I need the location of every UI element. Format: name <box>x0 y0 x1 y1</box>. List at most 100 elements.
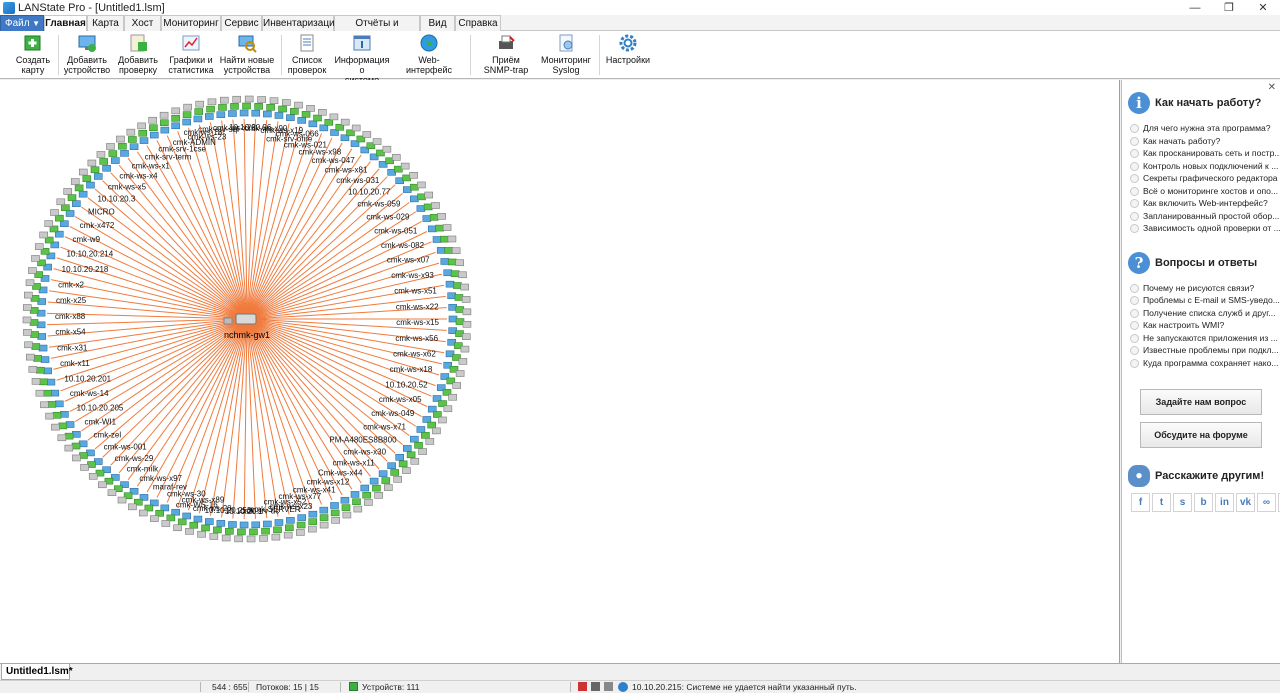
host-status-icon[interactable] <box>313 114 322 122</box>
minimize-button[interactable]: — <box>1178 0 1212 15</box>
host-status-icon[interactable] <box>177 518 187 526</box>
workstation-icon[interactable] <box>251 109 261 117</box>
host-status-icon[interactable] <box>414 441 423 449</box>
host-status-icon[interactable] <box>352 498 361 506</box>
host-status-icon[interactable] <box>230 103 239 110</box>
host-status-icon[interactable] <box>194 108 204 115</box>
server-icon[interactable] <box>319 521 329 529</box>
server-icon[interactable] <box>458 358 468 365</box>
server-icon[interactable] <box>438 416 447 424</box>
server-icon[interactable] <box>107 489 117 496</box>
host-status-icon[interactable] <box>398 460 408 468</box>
server-icon[interactable] <box>269 97 279 104</box>
server-icon[interactable] <box>117 496 127 504</box>
server-icon[interactable] <box>234 535 243 543</box>
server-icon[interactable] <box>116 135 125 143</box>
host-status-icon[interactable] <box>128 136 137 143</box>
network-map[interactable]: cmk-ws-23cmk-ws-18cmk-srv-sqlcmk-ws-x781… <box>0 80 1120 663</box>
help-link[interactable]: Секреты графического редактора <box>1130 173 1280 183</box>
host-status-icon[interactable] <box>149 124 158 131</box>
workstation-icon[interactable] <box>360 484 370 492</box>
server-icon[interactable] <box>31 378 41 385</box>
server-icon[interactable] <box>137 122 146 130</box>
workstation-icon[interactable] <box>86 181 95 189</box>
workstation-icon[interactable] <box>193 115 203 123</box>
host-status-icon[interactable] <box>118 142 127 150</box>
ask-question-button[interactable]: Задайте нам вопрос <box>1140 389 1262 415</box>
workstation-icon[interactable] <box>139 137 149 144</box>
workstation-icon[interactable] <box>40 356 50 363</box>
server-icon[interactable] <box>308 525 317 533</box>
host-status-icon[interactable] <box>381 477 391 484</box>
syslog-button[interactable]: Мониторинг Syslog <box>539 33 593 77</box>
workstation-icon[interactable] <box>216 111 226 118</box>
host-status-icon[interactable] <box>433 411 442 418</box>
tab-inventory[interactable]: Инвентаризация <box>262 15 340 31</box>
tab-home[interactable]: Главная <box>44 15 87 32</box>
help-link[interactable]: Контроль новых подключений к ... <box>1130 161 1280 171</box>
vk-icon[interactable]: vk <box>1236 493 1255 512</box>
qa-link[interactable]: Проблемы с E-mail и SMS-уведо... <box>1130 295 1280 305</box>
host-status-icon[interactable] <box>99 158 108 165</box>
workstation-icon[interactable] <box>37 333 47 340</box>
host-status-icon[interactable] <box>273 526 282 534</box>
server-icon[interactable] <box>88 473 98 480</box>
linkedin-icon[interactable]: in <box>1215 493 1234 512</box>
server-icon[interactable] <box>51 423 60 431</box>
workstation-icon[interactable] <box>65 210 75 217</box>
server-icon[interactable] <box>461 333 471 341</box>
host-status-icon[interactable] <box>444 247 453 254</box>
tab-service[interactable]: Сервис <box>221 15 262 31</box>
server-icon[interactable] <box>138 509 148 517</box>
host-status-icon[interactable] <box>290 108 299 115</box>
workstation-icon[interactable] <box>274 112 284 119</box>
server-icon[interactable] <box>207 98 217 106</box>
map-canvas[interactable]: cmk-ws-23 cmk-ws-18 cmk-srv-sql cmk-ws-x78 1… <box>0 80 1120 663</box>
server-icon[interactable] <box>271 533 281 541</box>
workstation-icon[interactable] <box>340 496 350 504</box>
server-icon[interactable] <box>402 467 411 474</box>
server-icon[interactable] <box>126 128 136 136</box>
workstation-icon[interactable] <box>369 477 379 485</box>
host-status-icon[interactable] <box>421 432 430 439</box>
workstation-icon[interactable] <box>427 225 437 233</box>
server-icon[interactable] <box>455 370 465 377</box>
server-icon[interactable] <box>70 178 80 185</box>
server-icon[interactable] <box>159 111 169 119</box>
server-icon[interactable] <box>455 259 464 266</box>
host-status-icon[interactable] <box>454 294 464 301</box>
workstation-icon[interactable] <box>120 150 129 157</box>
workstation-icon[interactable] <box>65 421 75 428</box>
server-icon[interactable] <box>259 535 268 542</box>
forum-button[interactable]: Обсудите на форуме <box>1140 422 1262 448</box>
workstation-icon[interactable] <box>297 514 307 521</box>
facebook-icon[interactable]: f <box>1131 493 1150 512</box>
host-status-icon[interactable] <box>372 484 381 492</box>
host-status-icon[interactable] <box>218 104 227 111</box>
server-icon[interactable] <box>393 476 402 483</box>
server-icon[interactable] <box>96 151 106 158</box>
server-icon[interactable] <box>410 457 420 465</box>
server-icon[interactable] <box>283 531 293 539</box>
host-status-icon[interactable] <box>201 524 210 532</box>
qa-link[interactable]: Как настроить WMI? <box>1130 320 1280 330</box>
server-icon[interactable] <box>31 255 40 262</box>
workstation-icon[interactable] <box>228 110 237 117</box>
server-icon[interactable] <box>183 103 192 111</box>
host-status-icon[interactable] <box>138 129 148 137</box>
server-icon[interactable] <box>45 412 54 420</box>
workstation-icon[interactable] <box>46 378 56 386</box>
tab-reports[interactable]: Отчёты и журналы <box>334 15 420 44</box>
workstation-icon[interactable] <box>432 236 442 243</box>
server-icon[interactable] <box>331 517 340 524</box>
host-status-icon[interactable] <box>308 518 317 525</box>
workstation-icon[interactable] <box>72 200 81 207</box>
tab-view[interactable]: Вид <box>420 15 455 31</box>
host-status-icon[interactable] <box>453 282 462 289</box>
server-icon[interactable] <box>63 188 73 195</box>
host-status-icon[interactable] <box>225 527 234 535</box>
find-devices-button[interactable]: Найти новые устройства <box>219 33 275 77</box>
server-icon[interactable] <box>171 107 181 115</box>
server-icon[interactable] <box>462 308 472 316</box>
workstation-icon[interactable] <box>72 431 81 438</box>
